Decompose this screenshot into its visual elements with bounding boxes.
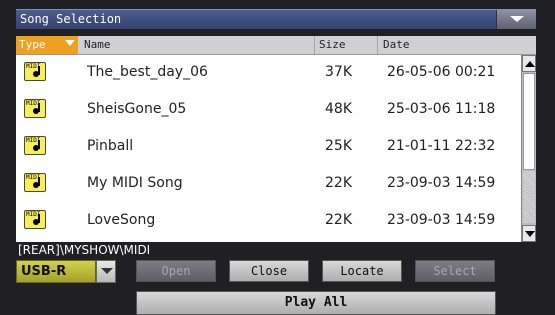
note-stem-icon: [38, 140, 40, 149]
size-column-header[interactable]: Size: [319, 38, 346, 51]
file-name: The_best_day_06: [87, 64, 208, 80]
device-value: USB-R: [21, 264, 67, 279]
file-size: 37K: [325, 64, 352, 80]
list-header: Type Name Size Date: [16, 36, 536, 55]
select-button[interactable]: Select: [415, 260, 495, 282]
file-name: SheisGone_05: [87, 101, 187, 117]
open-button[interactable]: Open: [136, 260, 216, 282]
type-column-label: Type: [19, 38, 46, 51]
file-row[interactable]: MIDI The_best_day_06 37K 26-05-06 00:21: [16, 55, 521, 92]
file-date: 26-05-06 00:21: [387, 64, 496, 80]
list-scrollbar[interactable]: [521, 55, 536, 242]
play-all-button[interactable]: Play All: [136, 291, 496, 315]
note-stem-icon: [38, 103, 40, 112]
file-name: Pinball: [87, 138, 134, 154]
date-column-header[interactable]: Date: [383, 38, 410, 51]
midi-file-icon: MIDI: [24, 173, 46, 192]
file-size: 22K: [325, 212, 352, 228]
file-date: 25-03-06 11:18: [387, 101, 496, 117]
device-selector[interactable]: USB-R: [16, 260, 96, 283]
note-stem-icon: [38, 177, 40, 186]
midi-file-icon: MIDI: [24, 99, 46, 118]
file-name: My MIDI Song: [87, 175, 183, 191]
close-button[interactable]: Close: [229, 260, 309, 282]
midi-file-icon: MIDI: [24, 136, 46, 155]
title-bar: Song Selection: [16, 9, 536, 29]
menu-triangle-icon: [510, 16, 524, 22]
name-column-header[interactable]: Name: [84, 38, 111, 51]
file-size: 48K: [325, 101, 352, 117]
midi-file-icon: MIDI: [24, 210, 46, 229]
file-name: LoveSong: [87, 212, 156, 228]
file-row[interactable]: MIDI LoveSong 22K 23-09-03 14:59: [16, 203, 521, 240]
chevron-down-icon: [101, 268, 113, 274]
column-divider: [314, 36, 315, 54]
current-path: [REAR]\MYSHOW\MIDI: [18, 243, 151, 257]
file-row[interactable]: MIDI SheisGone_05 48K 25-03-06 11:18: [16, 92, 521, 129]
note-stem-icon: [38, 214, 40, 223]
file-size: 25K: [325, 138, 352, 154]
arrow-down-icon: [525, 231, 535, 237]
arrow-up-icon: [525, 61, 535, 67]
file-date: 23-09-03 14:59: [387, 175, 496, 191]
file-row[interactable]: MIDI My MIDI Song 22K 23-09-03 14:59: [16, 166, 521, 203]
file-list: MIDI The_best_day_06 37K 26-05-06 00:21 …: [16, 55, 521, 242]
note-stem-icon: [38, 66, 40, 75]
scroll-track[interactable]: [523, 171, 535, 223]
column-divider: [377, 36, 378, 54]
page-menu-button[interactable]: [496, 10, 536, 29]
sort-down-icon: [65, 40, 75, 46]
midi-file-icon: MIDI: [24, 62, 46, 81]
file-row[interactable]: MIDI Pinball 25K 21-01-11 22:32: [16, 129, 521, 166]
scroll-thumb[interactable]: [523, 73, 535, 170]
window-title: Song Selection: [20, 12, 122, 26]
file-size: 22K: [325, 175, 352, 191]
file-date: 21-01-11 22:32: [387, 138, 496, 154]
file-date: 23-09-03 14:59: [387, 212, 496, 228]
scroll-down-button[interactable]: [522, 225, 536, 242]
locate-button[interactable]: Locate: [322, 260, 402, 282]
device-dropdown-button[interactable]: [96, 260, 116, 283]
type-column-header[interactable]: Type: [16, 36, 78, 54]
scroll-up-button[interactable]: [522, 55, 536, 72]
